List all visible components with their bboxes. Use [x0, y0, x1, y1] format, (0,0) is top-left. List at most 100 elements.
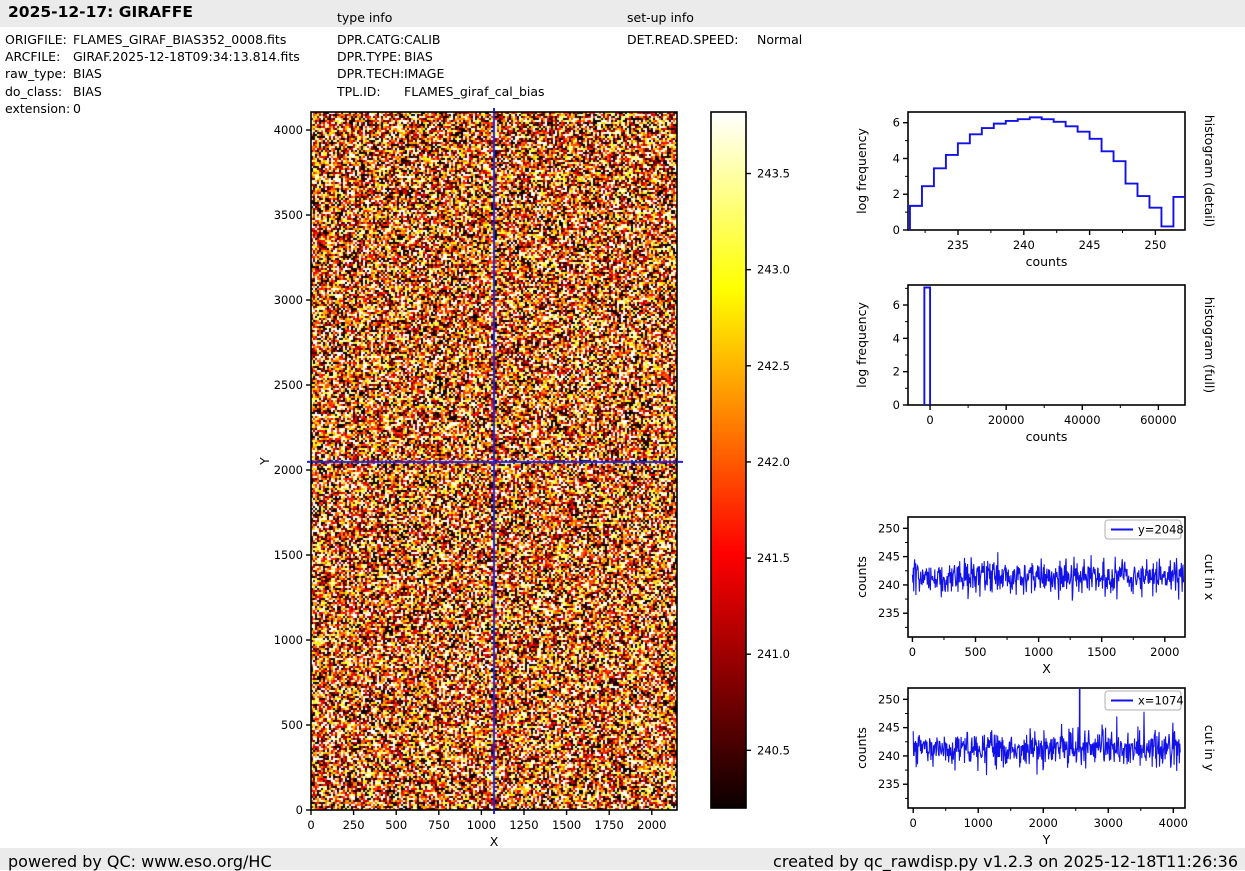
svg-text:500: 500 — [281, 718, 303, 732]
svg-text:1750: 1750 — [595, 818, 624, 832]
field-label: ORIGFILE: — [5, 32, 67, 47]
svg-text:cut in y: cut in y — [1202, 725, 1217, 772]
svg-text:3500: 3500 — [274, 208, 303, 222]
footer-credit-left: powered by QC: www.eso.org/HC — [8, 852, 272, 871]
svg-text:250: 250 — [343, 818, 365, 832]
field-value: BIAS — [73, 83, 102, 99]
svg-text:40000: 40000 — [1064, 413, 1101, 427]
field-label: DPR.TYPE: — [337, 49, 402, 65]
metadata-row: raw_type: BIAS — [5, 65, 300, 82]
svg-text:2000: 2000 — [637, 818, 666, 832]
cut_in_y-svg: 0 1000 2000 3000 4000 235 240 245 250 Ycounts cut … — [854, 687, 1217, 847]
svg-text:counts: counts — [854, 556, 869, 598]
field-label: ARCFILE: — [5, 49, 61, 65]
svg-text:250: 250 — [1144, 238, 1166, 252]
field-value: GIRAF.2025-12-18T09:34:13.814.fits — [73, 49, 300, 65]
metadata-row: DPR.CATG: CALIB — [337, 31, 545, 48]
svg-text:1000: 1000 — [1024, 645, 1053, 659]
svg-text:2000: 2000 — [1029, 816, 1058, 830]
svg-text:240: 240 — [878, 749, 900, 763]
setup-info-heading: set-up info — [627, 10, 694, 25]
field-label: do_class: — [5, 83, 63, 99]
svg-text:log frequency: log frequency — [854, 128, 869, 214]
svg-text:0: 0 — [893, 223, 900, 237]
svg-text:histogram (full): histogram (full) — [1202, 297, 1217, 393]
svg-text:0: 0 — [909, 645, 916, 659]
svg-text:6: 6 — [893, 116, 900, 130]
svg-text:Y: Y — [257, 457, 272, 466]
cut_in_x-svg: 0 500 1000 1500 2000235240245250Xcounts cut i… — [854, 516, 1217, 676]
svg-text:500: 500 — [965, 645, 987, 659]
metadata-row: DET.READ.SPEED: Normal — [627, 31, 802, 48]
svg-text:243.5: 243.5 — [757, 167, 790, 181]
svg-text:60000: 60000 — [1140, 413, 1177, 427]
svg-text:1500: 1500 — [552, 818, 581, 832]
colorbar-svg: 240.5 241.0 241.5 242.0 242.5 243.0 243.5 — [710, 111, 790, 809]
metadata-setup-column: DET.READ.SPEED: Normal — [627, 31, 802, 48]
svg-text:3000: 3000 — [1094, 816, 1123, 830]
svg-text:242.0: 242.0 — [757, 455, 790, 469]
svg-text:Y: Y — [1042, 832, 1051, 847]
svg-text:250: 250 — [878, 692, 900, 706]
histogram_detail-svg: 235 240 245 2500246countslog frequency histo… — [854, 111, 1217, 269]
svg-text:histogram (detail): histogram (detail) — [1202, 115, 1217, 227]
svg-text:245: 245 — [878, 550, 900, 564]
svg-text:counts: counts — [1026, 429, 1068, 444]
svg-text:1500: 1500 — [274, 548, 303, 562]
metadata-row: ARCFILE: GIRAF.2025-12-18T09:34:13.814.fi… — [5, 48, 300, 65]
svg-text:log frequency: log frequency — [854, 302, 869, 388]
field-value: 0 — [73, 100, 81, 116]
field-value: Normal — [757, 32, 803, 47]
svg-text:1000: 1000 — [467, 818, 496, 832]
svg-text:counts: counts — [854, 727, 869, 769]
svg-text:x=1074: x=1074 — [1138, 694, 1184, 708]
svg-text:4000: 4000 — [274, 123, 303, 137]
svg-text:235: 235 — [947, 238, 969, 252]
svg-text:245: 245 — [878, 721, 900, 735]
page-title: 2025-12-17: GIRAFFE — [8, 3, 193, 21]
svg-text:750: 750 — [428, 818, 450, 832]
field-label: DET.READ.SPEED: — [627, 32, 739, 47]
svg-text:242.5: 242.5 — [757, 359, 790, 373]
svg-text:y=2048: y=2048 — [1138, 523, 1184, 537]
svg-text:0: 0 — [307, 818, 314, 832]
svg-text:4000: 4000 — [1159, 816, 1188, 830]
svg-text:1500: 1500 — [1087, 645, 1116, 659]
metadata-row: ORIGFILE: FLAMES_GIRAF_BIAS352_0008.fits — [5, 31, 300, 48]
svg-text:4: 4 — [893, 331, 900, 345]
metadata-type-column: DPR.CATG: CALIB DPR.TYPE: BIAS DPR.TECH: IM… — [337, 31, 545, 100]
histogram_full-svg: 0 20000 40000 60000 0 2 4 6 counts log frequency h… — [854, 284, 1217, 444]
svg-text:241.0: 241.0 — [757, 647, 790, 661]
svg-text:2500: 2500 — [274, 378, 303, 392]
svg-text:2: 2 — [893, 365, 900, 379]
svg-text:500: 500 — [385, 818, 407, 832]
svg-text:0: 0 — [296, 803, 303, 817]
field-label: DPR.TECH: — [337, 66, 405, 82]
svg-text:20000: 20000 — [988, 413, 1025, 427]
svg-text:250: 250 — [878, 521, 900, 535]
svg-text:4: 4 — [893, 151, 900, 165]
svg-text:240.5: 240.5 — [757, 743, 790, 757]
footer-credit-right: created by qc_rawdisp.py v1.2.3 on 2025-… — [773, 852, 1238, 871]
svg-text:0: 0 — [893, 398, 900, 412]
field-label: raw_type: — [5, 66, 67, 82]
svg-text:241.5: 241.5 — [757, 551, 790, 565]
svg-text:235: 235 — [878, 606, 900, 620]
metadata-row: DPR.TECH: IMAGE — [337, 65, 545, 82]
svg-text:2: 2 — [893, 187, 900, 201]
svg-text:X: X — [490, 834, 499, 849]
svg-text:1250: 1250 — [509, 818, 538, 832]
field-value: BIAS — [404, 49, 433, 65]
svg-text:2000: 2000 — [274, 463, 303, 477]
svg-text:240: 240 — [1013, 238, 1035, 252]
field-value: IMAGE — [404, 66, 445, 82]
svg-text:cut in x: cut in x — [1202, 554, 1217, 600]
svg-text:240: 240 — [878, 578, 900, 592]
field-value: FLAMES_GIRAF_BIAS352_0008.fits — [73, 32, 287, 47]
bias_image-svg: 0 250 500 750 1000 1250 1500 1750 2000 0 500 1000 15… — [257, 108, 683, 849]
svg-text:0: 0 — [910, 816, 917, 830]
svg-text:1000: 1000 — [274, 633, 303, 647]
svg-text:1000: 1000 — [964, 816, 993, 830]
field-label: extension: — [5, 100, 71, 116]
svg-text:2000: 2000 — [1150, 645, 1179, 659]
